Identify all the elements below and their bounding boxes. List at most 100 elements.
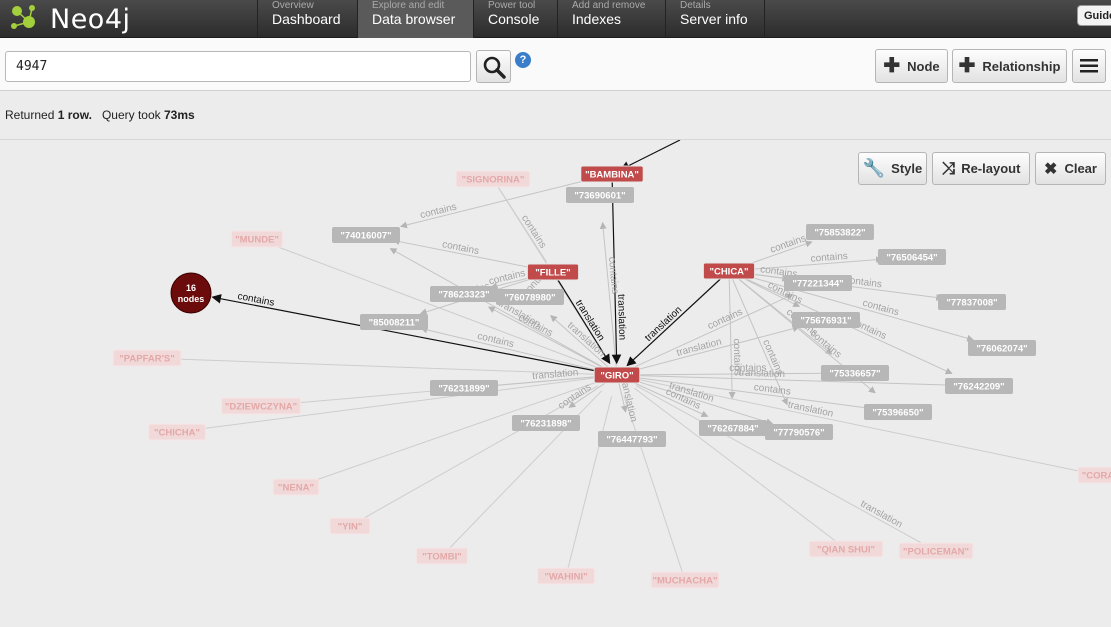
graph-edge [728, 270, 736, 400]
graph-node-n76447793[interactable]: "76447793" [598, 431, 666, 447]
edge-label: translation [643, 304, 684, 343]
graph-node-label: "SIGNORINA" [462, 175, 525, 186]
graph-node-yin[interactable]: "YIN" [329, 517, 371, 535]
graph-node-label: "77790576" [773, 428, 824, 439]
edge-label: contains [861, 298, 900, 319]
graph-node-n75676931[interactable]: "75676931" [792, 312, 860, 328]
tab-indexes[interactable]: Add and remove Indexes [557, 0, 665, 38]
graph-node-n74016007[interactable]: "74016007" [332, 227, 400, 243]
graph-node-n75336657[interactable]: "75336657" [821, 365, 889, 381]
plus-icon: ✚ [958, 55, 976, 77]
graph-edge [623, 395, 686, 581]
graph-nodes: "SIGNORINA" "MUNDE" "PAPFAR'S" "DZIEWCZYNA"… [112, 165, 1111, 589]
edge-label: contains [606, 256, 620, 294]
graph-node-munde[interactable]: "MUNDE" [230, 230, 284, 248]
close-icon: ✖ [1044, 160, 1058, 178]
graph-edge [146, 357, 596, 375]
status-rows: 1 row. [57, 108, 92, 122]
tab-dashboard-label: Dashboard [272, 11, 341, 27]
graph-node-n75396650[interactable]: "75396650" [864, 404, 932, 420]
tab-indexes-subtitle: Add and remove [572, 0, 646, 11]
top-navigation-bar: Neo4j Overview Dashboard Explore and edi… [0, 0, 1111, 38]
query-input[interactable]: 4947 [5, 51, 471, 82]
graph-node-policeman[interactable]: "POLICEMAN" [898, 542, 974, 560]
graph-node-n76062074[interactable]: "76062074" [968, 340, 1036, 356]
add-relationship-label: Relationship [982, 58, 1061, 74]
guide-button[interactable]: Guide [1077, 5, 1111, 26]
graph-node-label: "CORA [1082, 471, 1111, 482]
graph-node-label: "76078980" [504, 293, 555, 304]
list-icon [1080, 59, 1098, 73]
graph-node-n76078980[interactable]: "76078980" [496, 289, 564, 305]
edge-label: contains [519, 213, 548, 250]
style-button[interactable]: 🔧 Style [858, 152, 927, 185]
graph-node-qianshui[interactable]: "QIAN SHUI" [808, 540, 884, 558]
cluster-count: 16 [186, 283, 196, 293]
relayout-button[interactable]: ⤨ Re-layout [932, 152, 1030, 185]
graph-node-nena[interactable]: "NENA" [272, 478, 320, 496]
graph-node-n77837008[interactable]: "77837008" [938, 294, 1006, 310]
help-icon[interactable]: ? [515, 52, 531, 68]
edge-label: contains [808, 328, 844, 360]
graph-edge [211, 294, 618, 376]
graph-node-signorina[interactable]: "SIGNORINA" [455, 170, 531, 188]
search-button[interactable] [476, 50, 511, 83]
graph-node-label: "75396650" [872, 408, 923, 419]
tab-data-browser[interactable]: Explore and edit Data browser [357, 0, 473, 38]
shuffle-icon: ⤨ [941, 158, 956, 178]
tab-data-browser-subtitle: Explore and edit [372, 0, 445, 11]
graph-node-n76506454[interactable]: "76506454" [878, 249, 946, 265]
tab-console[interactable]: Power tool Console [473, 0, 557, 38]
graph-node-n73690601[interactable]: "73690601" [566, 187, 634, 203]
graph-edge [619, 140, 681, 171]
cluster-unit: nodes [178, 294, 205, 304]
graph-node-n76231899[interactable]: "76231899" [430, 380, 498, 396]
clear-button[interactable]: ✖ Clear [1035, 152, 1106, 185]
graph-node-n76267884[interactable]: "76267884" [699, 420, 767, 436]
graph-edge [616, 369, 829, 377]
graph-node-chicha[interactable]: "CHICHA" [148, 423, 206, 441]
tab-server-info[interactable]: Details Server info [665, 0, 765, 38]
graph-node-chica[interactable]: "CHICA" [702, 262, 756, 280]
graph-node-label: "74016007" [340, 231, 391, 242]
graph-node-n85008211[interactable]: "85008211" [360, 314, 428, 330]
graph-node-wahini[interactable]: "WAHINI" [537, 567, 595, 585]
edge-label: contains [488, 268, 527, 288]
view-menu-button[interactable] [1072, 49, 1106, 83]
graph-node-label: "78623323" [438, 290, 489, 301]
add-relationship-button[interactable]: ✚ Relationship [952, 49, 1067, 83]
add-node-button[interactable]: ✚ Node [875, 49, 948, 83]
graph-node-label: "FILLE" [535, 268, 570, 279]
clear-label: Clear [1064, 161, 1097, 176]
graph-node-n76242209[interactable]: "76242209" [945, 378, 1013, 394]
edge-label: translation [675, 336, 722, 358]
graph-node-fille[interactable]: "FILLE" [526, 263, 580, 281]
graph-node-n78623323[interactable]: "78623323" [430, 286, 498, 302]
graph-node-papfar[interactable]: "PAPFAR'S" [112, 349, 182, 367]
graph-node-label: "BAMBINA" [585, 170, 639, 181]
graph-node-cora[interactable]: "CORA [1077, 466, 1111, 484]
graph-node-muchacha[interactable]: "MUCHACHA" [650, 571, 720, 589]
graph-node-giro[interactable]: "GIRO" [593, 366, 641, 384]
tab-dashboard[interactable]: Overview Dashboard [257, 0, 357, 38]
edge-label: contains [441, 239, 480, 257]
graph-node-label: "WAHINI" [544, 572, 587, 583]
graph-node-n76231898[interactable]: "76231898" [512, 415, 580, 431]
graph-node-cluster[interactable]: 16nodes [170, 272, 212, 314]
graph-canvas[interactable]: translationtranslationcontainstranslatio… [0, 140, 1111, 627]
graph-node-label: "MUNDE" [235, 235, 279, 246]
edge-label: contains [753, 382, 791, 398]
edge-label: contains [556, 382, 593, 412]
graph-node-n75853822[interactable]: "75853822" [806, 224, 874, 240]
graph-node-bambina[interactable]: "BAMBINA" [580, 165, 644, 183]
graph-visualization[interactable]: translation translation contains translatio… [0, 139, 1111, 627]
graph-node-tombi[interactable]: "TOMBI" [415, 547, 469, 565]
graph-node-dziewczyna[interactable]: "DZIEWCZYNA" [220, 397, 302, 415]
graph-node-label: "GIRO" [600, 371, 633, 382]
neo4j-logo[interactable]: Neo4j [8, 0, 131, 38]
graph-node-n77221344[interactable]: "77221344" [784, 275, 852, 291]
graph-node-n77790576[interactable]: "77790576" [765, 424, 833, 440]
plus-icon: ✚ [883, 55, 901, 77]
graph-node-label: "73690601" [574, 191, 625, 202]
graph-node-label: "PAPFAR'S" [119, 354, 174, 365]
